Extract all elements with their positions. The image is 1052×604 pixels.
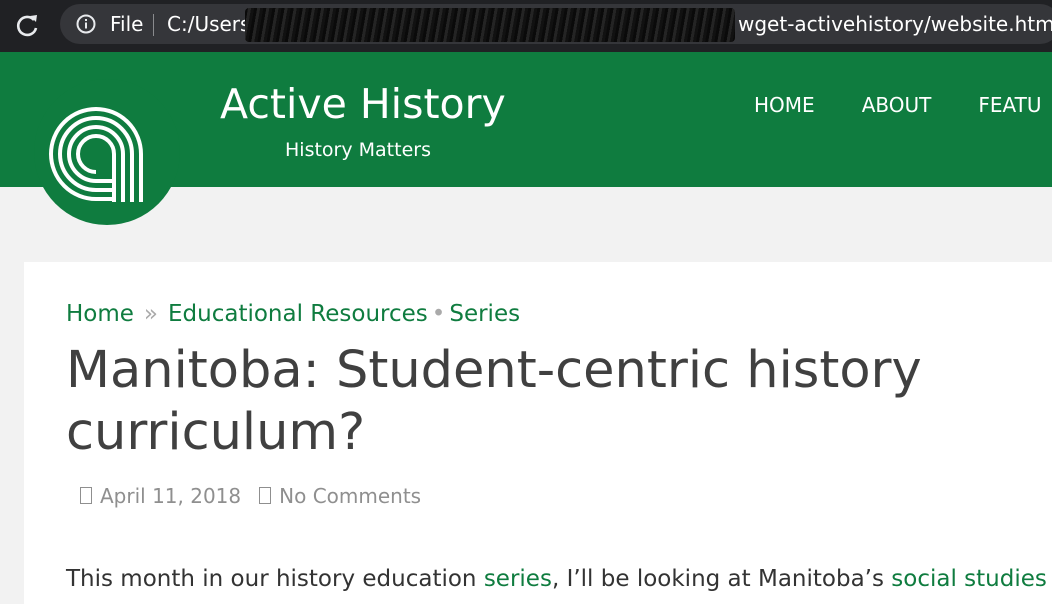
browser-toolbar: File C:/Users wget-activehistory/website… [0, 0, 1052, 52]
post-comments-link[interactable]: No Comments [279, 484, 421, 508]
site-logo[interactable] [32, 52, 182, 226]
divider [153, 14, 154, 36]
site-tagline: History Matters [285, 139, 431, 161]
article-card: Home » Educational Resources • Series Manito… [24, 262, 1052, 604]
calendar-icon [80, 487, 92, 504]
nav-item-home[interactable]: HOME [754, 93, 815, 117]
post-intro: This month in our history education seri… [66, 566, 1047, 592]
site-title[interactable]: Active History [220, 80, 506, 128]
post-meta: April 11, 2018 No Comments [80, 484, 421, 508]
info-icon[interactable] [76, 14, 96, 34]
nav-item-about[interactable]: ABOUT [862, 93, 932, 117]
intro-text-1: This month in our history education [66, 566, 484, 592]
redacted-url-segment [245, 8, 735, 42]
reload-icon[interactable] [12, 11, 42, 41]
breadcrumb-dot: • [431, 301, 446, 327]
comment-icon [259, 487, 272, 504]
post-date[interactable]: April 11, 2018 [100, 484, 241, 508]
breadcrumb: Home » Educational Resources • Series [66, 301, 520, 327]
url-text-end[interactable]: wget-activehistory/website.html [738, 12, 1052, 36]
intro-link-social-studies[interactable]: social studies [891, 566, 1047, 592]
url-text-start[interactable]: C:/Users [167, 12, 250, 36]
main-nav: HOME ABOUT FEATU [754, 93, 1052, 117]
url-scheme-label: File [110, 12, 144, 36]
breadcrumb-subcategory[interactable]: Series [449, 301, 520, 327]
post-title: Manitoba: Student-centric history curric… [66, 341, 922, 462]
address-bar[interactable]: File C:/Users wget-activehistory/website… [60, 4, 1052, 44]
breadcrumb-category[interactable]: Educational Resources [168, 301, 428, 327]
nav-item-features[interactable]: FEATU [978, 93, 1041, 117]
breadcrumb-separator: » [143, 301, 158, 327]
intro-link-series[interactable]: series [484, 566, 552, 592]
intro-text-2: , I’ll be looking at Manitoba’s [551, 566, 892, 592]
breadcrumb-home[interactable]: Home [66, 301, 134, 327]
